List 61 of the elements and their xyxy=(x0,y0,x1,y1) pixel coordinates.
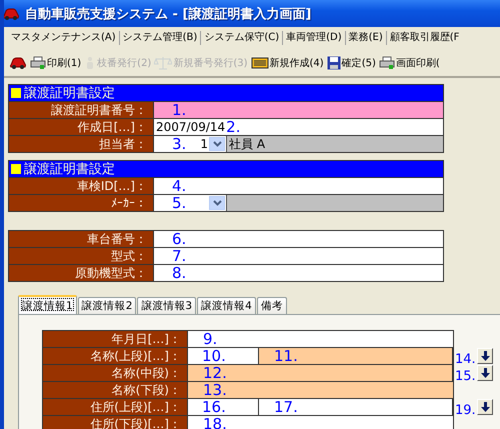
tab[interactable]: 譲渡情報3 xyxy=(137,297,196,314)
field-label: 年月日[…]： xyxy=(43,331,187,347)
down-arrow-button[interactable] xyxy=(477,365,493,381)
menu-item[interactable]: 車両管理(D) xyxy=(283,31,346,45)
field-label: 車検ID[…]： xyxy=(9,178,153,194)
text-field[interactable]: 8. xyxy=(154,265,443,281)
text-field[interactable]: 4. xyxy=(154,178,443,194)
chevron-down-icon xyxy=(212,141,222,147)
chevron-down-icon xyxy=(212,200,222,206)
text-field[interactable]: 18. xyxy=(188,416,453,429)
field-label: 原動機型式： xyxy=(9,265,153,281)
keyboard-icon[interactable] xyxy=(250,56,269,69)
menu-item[interactable]: マスタメンテナンス(A) xyxy=(8,31,120,45)
field-label: 作成日[…]： xyxy=(9,119,153,135)
down-arrow-button[interactable] xyxy=(477,348,493,364)
tab[interactable]: 譲渡情報2 xyxy=(78,297,136,314)
field-label: 名称(上段)[…]： xyxy=(43,348,187,364)
down-arrow-button[interactable] xyxy=(477,399,493,415)
menu-item[interactable]: システム保守(C) xyxy=(201,31,284,45)
square-icon xyxy=(11,88,21,98)
text-field[interactable]: 9. xyxy=(188,331,453,347)
text-field[interactable]: 11. xyxy=(259,348,452,364)
text-field[interactable]: 17. xyxy=(259,399,452,415)
text-field[interactable]: 16. xyxy=(188,399,258,415)
field-label: 車台番号： xyxy=(9,231,153,247)
field-label: ﾒｰｶｰ： xyxy=(9,195,153,211)
text-field[interactable]: 1. xyxy=(154,102,443,118)
section-title: 譲渡証明書設定 xyxy=(24,85,115,102)
field-label: 住所(上段)[…]： xyxy=(43,399,187,415)
toolbar-button[interactable]: 画面印刷( xyxy=(378,56,441,70)
square-icon xyxy=(11,164,21,174)
text-field[interactable]: 13. xyxy=(188,382,453,398)
field-label: 名称(下段)： xyxy=(43,382,187,398)
printer-icon[interactable] xyxy=(378,56,395,70)
field-label: 担当者： xyxy=(9,136,153,152)
field-label: 型式： xyxy=(9,248,153,264)
toolbar-button[interactable]: 確定(5) xyxy=(326,56,377,70)
section-title: 譲渡証明書設定 xyxy=(24,161,115,178)
tab[interactable]: 備考 xyxy=(256,297,287,314)
text-field[interactable]: 6. xyxy=(154,231,443,247)
menu-item[interactable]: 顧客取引履歴(F xyxy=(386,31,462,45)
car-icon xyxy=(4,6,20,20)
tab[interactable]: 譲渡情報1 xyxy=(18,295,77,314)
text-field[interactable]: 7. xyxy=(154,248,443,264)
menu-item[interactable]: システム管理(B) xyxy=(120,31,202,45)
menu-item[interactable]: 業務(E) xyxy=(346,31,387,45)
toolbar-button[interactable]: 新規作成(4) xyxy=(250,56,325,70)
field-label: 譲渡証明書番号： xyxy=(9,102,153,118)
window-title: 自動車販売支援システム - [譲渡証明書入力画面] xyxy=(25,6,312,22)
printer-icon[interactable] xyxy=(30,56,46,70)
dropdown-button[interactable] xyxy=(209,137,225,151)
dropdown-field[interactable]: 5. xyxy=(154,195,227,211)
text-field[interactable]: 12. xyxy=(188,365,452,381)
text-field[interactable]: 10. xyxy=(188,348,258,364)
tab[interactable]: 譲渡情報4 xyxy=(197,297,256,314)
down-arrow-icon xyxy=(480,402,490,412)
dropdown-field[interactable]: 3. 1 xyxy=(154,136,227,152)
dropdown-button[interactable] xyxy=(209,196,225,210)
date-field[interactable]: 2007/09/14 2. xyxy=(154,119,443,135)
toolbar-button[interactable]: 印刷(1) xyxy=(29,56,82,70)
field-label: 名称(中段)： xyxy=(43,365,187,381)
